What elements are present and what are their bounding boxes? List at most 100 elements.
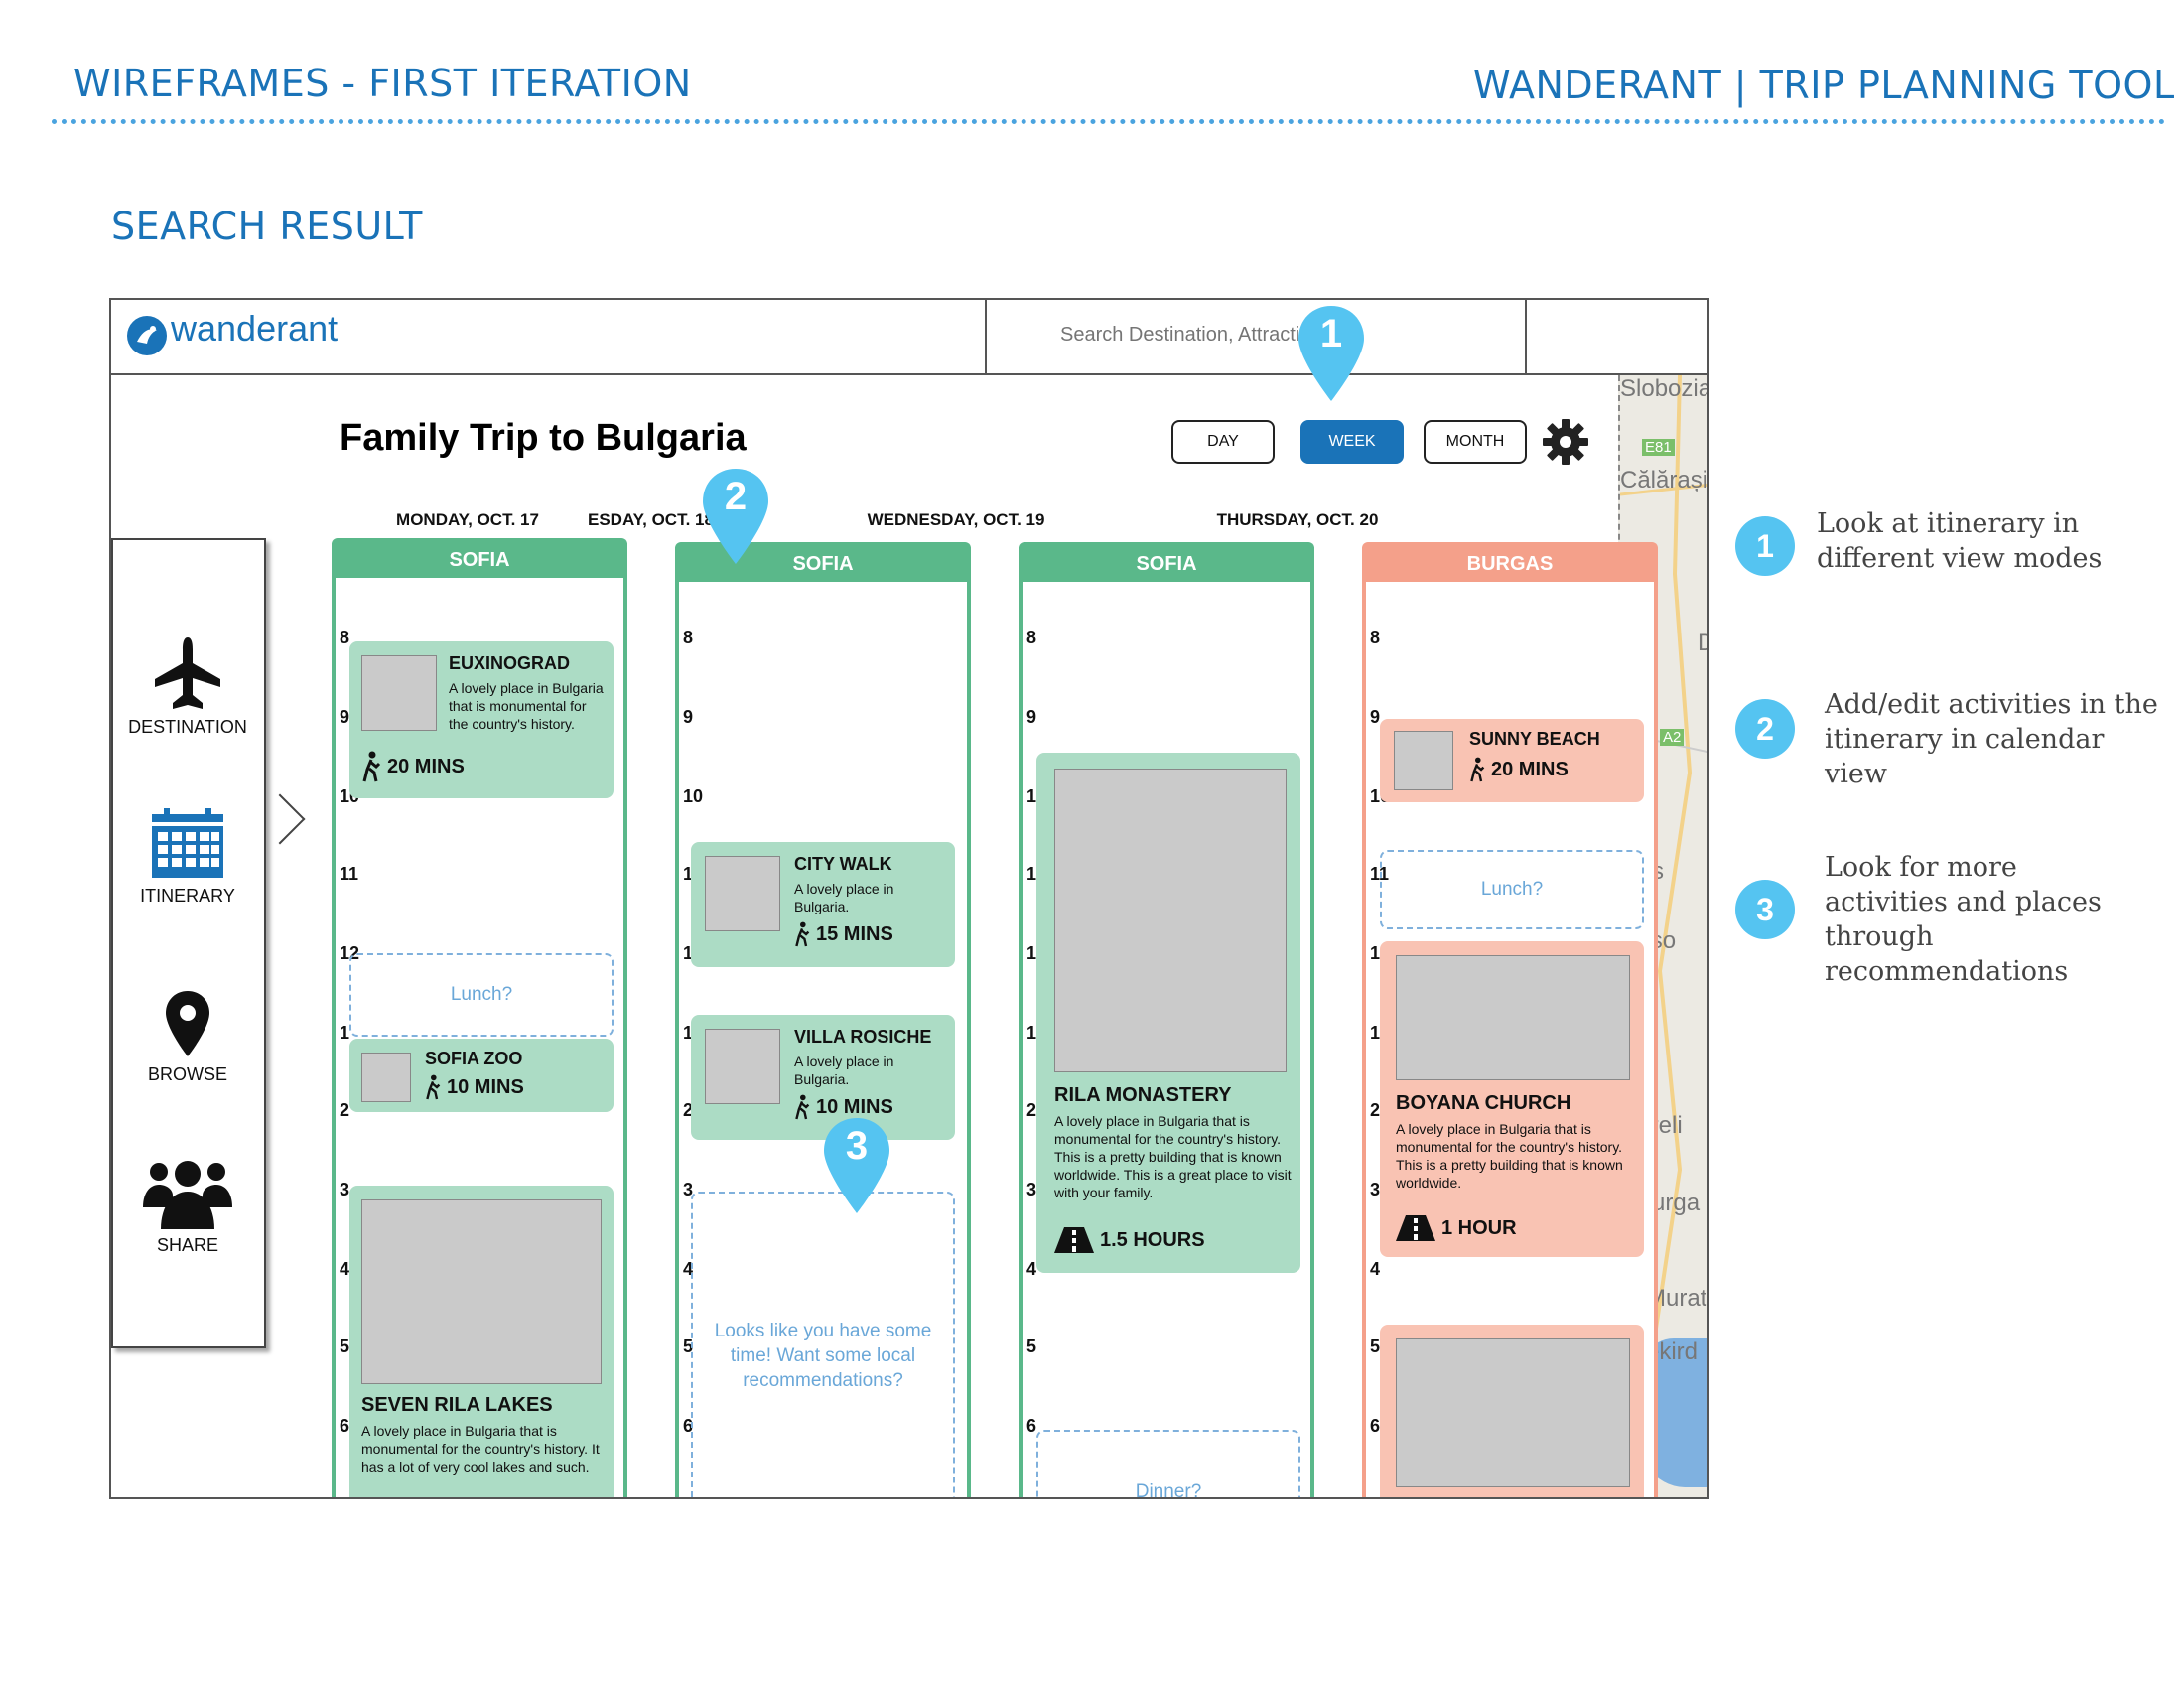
- event-card[interactable]: SUNNY BEACH 20 MINS: [1380, 719, 1644, 802]
- duration-text: 1.5 HOURS: [1100, 1228, 1205, 1251]
- hour-label: 5: [1370, 1336, 1381, 1356]
- hour-label: 3: [1026, 1180, 1037, 1199]
- hour-label: 1: [340, 1023, 350, 1043]
- day-header: WEDNESDAY, OCT. 19: [867, 510, 1045, 529]
- event-title: SOFIA ZOO: [425, 1049, 523, 1068]
- dinner-placeholder[interactable]: Dinner?: [1036, 1430, 1300, 1497]
- day-header: THURSDAY, OCT. 20: [1216, 510, 1379, 529]
- event-thumbnail: [1054, 769, 1287, 1072]
- hour-label: 4: [1026, 1259, 1037, 1279]
- event-title: SEVEN RILA LAKES: [361, 1394, 553, 1416]
- event-description: A lovely place in Bulgaria that is monum…: [1396, 1121, 1623, 1191]
- map-pin-icon: [166, 991, 209, 1056]
- gear-icon[interactable]: [1541, 417, 1590, 467]
- trip-title: Family Trip to Bulgaria: [340, 417, 747, 459]
- hour-label: 8: [1026, 628, 1037, 647]
- event-thumbnail: [1394, 731, 1453, 790]
- city-header: SOFIA: [336, 542, 623, 578]
- event-thumbnail: [1396, 955, 1630, 1080]
- callout-note: Look at itinerary in different view mode…: [1817, 508, 2103, 574]
- event-title: EUXINOGRAD: [449, 653, 571, 673]
- hour-label: 6: [340, 1416, 350, 1436]
- walking-icon: [362, 751, 381, 782]
- search-input[interactable]: [1060, 324, 1457, 347]
- event-description: A lovely place in Bulgaria.: [794, 881, 894, 914]
- event-duration: 1.5 HOURS: [1054, 1227, 1205, 1253]
- event-thumbnail: [361, 655, 437, 731]
- event-card[interactable]: BOYANA CHURCH A lovely place in Bulgaria…: [1380, 941, 1644, 1257]
- day-column: BURGAS 8 9 10 11 12 1 2 3 4 5 6 SUNNY BE…: [1362, 542, 1658, 1497]
- walking-icon: [426, 1074, 441, 1100]
- event-thumbnail: [361, 1053, 411, 1102]
- recommendation-placeholder[interactable]: Looks like you have some time! Want some…: [691, 1192, 955, 1497]
- sidebar-item-browse[interactable]: BROWSE: [113, 989, 262, 1085]
- walking-icon: [1470, 757, 1485, 782]
- event-card[interactable]: [1380, 1325, 1644, 1497]
- sidebar-item-label: BROWSE: [147, 1064, 227, 1084]
- sidebar-item-label: DESTINATION: [128, 717, 247, 737]
- week-view-button[interactable]: WEEK: [1300, 420, 1404, 464]
- month-view-button[interactable]: MONTH: [1424, 420, 1527, 464]
- hour-label: 4: [1370, 1259, 1381, 1279]
- hour-label: 6: [1026, 1416, 1037, 1436]
- event-card[interactable]: SEVEN RILA LAKES A lovely place in Bulga…: [349, 1186, 614, 1497]
- hour-label: 4: [340, 1259, 350, 1279]
- duration-text: 20 MINS: [387, 755, 465, 777]
- hour-label: 3: [1370, 1180, 1381, 1199]
- duration-text: 10 MINS: [447, 1075, 524, 1098]
- hour-label: 10: [683, 786, 704, 806]
- event-card[interactable]: SOFIA ZOO 10 MINS: [349, 1039, 614, 1112]
- map-label: D: [1698, 630, 1707, 657]
- section-title: SEARCH RESULT: [111, 205, 423, 248]
- hour-label: 8: [683, 628, 694, 647]
- event-duration: 15 MINS: [794, 921, 893, 947]
- callout-note: Add/edit activities in the itinerary in …: [1825, 689, 2158, 789]
- hour-label: 6: [1370, 1416, 1381, 1436]
- event-title: SUNNY BEACH: [1469, 729, 1600, 749]
- event-card[interactable]: EUXINOGRAD A lovely place in Bulgaria th…: [349, 641, 614, 798]
- event-card[interactable]: CITY WALK A lovely place in Bulgaria. 15…: [691, 842, 955, 967]
- hour-label: 8: [340, 628, 350, 647]
- sidebar-item-label: ITINERARY: [140, 886, 235, 906]
- sidebar-item-share[interactable]: SHARE: [113, 1156, 262, 1256]
- map-label: Călărași: [1620, 467, 1708, 493]
- airplane-icon: [155, 637, 220, 709]
- event-title: VILLA ROSICHE: [794, 1027, 932, 1047]
- event-thumbnail: [1396, 1338, 1630, 1487]
- wanderant-logo-icon[interactable]: [127, 316, 167, 355]
- lunch-placeholder[interactable]: Lunch?: [349, 953, 614, 1037]
- calendar-icon: [152, 808, 223, 878]
- hour-label: 2: [340, 1100, 350, 1120]
- event-thumbnail: [705, 856, 780, 931]
- callout-pin-number: 2: [724, 475, 748, 518]
- duration-text: 15 MINS: [816, 922, 893, 945]
- map-label: A2: [1660, 729, 1685, 746]
- sidebar: DESTINATION ITINERARY BROWSE SHARE: [111, 538, 266, 1348]
- sidebar-item-destination[interactable]: DESTINATION: [113, 635, 262, 738]
- hour-label: 9: [1026, 707, 1037, 727]
- duration-text: 1 HOUR: [1441, 1216, 1517, 1239]
- callout-badge: 1: [1735, 516, 1795, 576]
- callout-badge: 2: [1735, 699, 1795, 759]
- search-box[interactable]: [985, 300, 1527, 373]
- hour-label: 11: [340, 864, 359, 884]
- event-title: RILA MONASTERY: [1054, 1084, 1232, 1106]
- lunch-placeholder[interactable]: Lunch?: [1380, 850, 1644, 929]
- hour-label: 9: [1370, 707, 1381, 727]
- day-view-button[interactable]: DAY: [1171, 420, 1275, 464]
- event-description: A lovely place in Bulgaria that is monum…: [361, 1423, 600, 1475]
- app-window: wanderant Slobozia E81 Călărași D A2 yto…: [109, 298, 1709, 1499]
- sidebar-item-itinerary[interactable]: ITINERARY: [113, 808, 262, 907]
- day-header: MONDAY, OCT. 17: [396, 510, 539, 529]
- wireframe-title: WIREFRAMES - FIRST ITERATION: [73, 62, 692, 105]
- hour-label: 2: [1370, 1100, 1381, 1120]
- logo-text[interactable]: wanderant: [171, 308, 338, 350]
- event-thumbnail: [361, 1199, 602, 1384]
- event-description: A lovely place in Bulgaria that is monum…: [1054, 1113, 1292, 1200]
- event-card[interactable]: RILA MONASTERY A lovely place in Bulgari…: [1036, 753, 1300, 1273]
- hour-label: 9: [340, 707, 350, 727]
- day-column: SOFIA 8 9 10 11 12 1 2 3 4 5 6 EUXINOGRA…: [332, 538, 627, 1497]
- app-top-bar: wanderant: [111, 300, 1707, 375]
- hour-label: 8: [1370, 628, 1381, 647]
- hour-label: 5: [340, 1336, 350, 1356]
